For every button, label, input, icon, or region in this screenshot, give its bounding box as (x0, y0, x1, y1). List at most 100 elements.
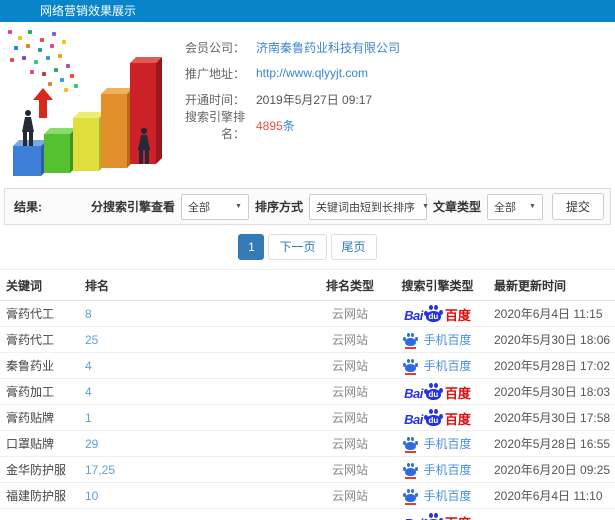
businessman-left-icon (20, 110, 36, 146)
engine-rank-unit: 条 (282, 118, 295, 133)
baidu-paw-icon: du (423, 409, 444, 426)
table-row: Bai du 百度 (0, 509, 615, 520)
rank-link[interactable]: 25 (85, 333, 305, 347)
keyword-cell: 膏药代工 (6, 333, 55, 347)
article-type-select[interactable]: 全部 ▼ (486, 193, 543, 220)
update-time-cell: 2020年5月30日 18:03 (494, 385, 611, 399)
sort-filter-select[interactable]: 关键词由短到长排序 ▼ (308, 193, 429, 220)
table-row: 秦鲁药业 4 云网站 手机百度 2020年5月28日 17:02 (0, 353, 615, 379)
keyword-ranking-table: 关键词 排名 排名类型 搜索引擎类型 最新更新时间 膏药代工 8 云网站 Bai… (0, 269, 615, 520)
search-engine-cell: Bai du 百度 (395, 409, 480, 426)
search-engine-cell: Bai du 百度 (395, 383, 480, 400)
engine-rank-value: 4895条 (256, 117, 295, 134)
businessman-right-icon (136, 128, 152, 164)
illustration-bar-orange (101, 94, 127, 168)
promotion-url-label: 推广地址： (184, 66, 245, 81)
table-row: 福建防护服 10 云网站 手机百度 2020年6月4日 11:10 (0, 483, 615, 509)
rank-type-cell: 云网站 (331, 385, 368, 399)
member-company-link[interactable]: 济南秦鲁药业科技有限公司 (256, 39, 400, 56)
account-info-section: 会员公司： 济南秦鲁药业科技有限公司 推广地址： http://www.qlyy… (0, 22, 615, 188)
header-engine-type: 搜索引擎类型 (401, 278, 474, 293)
mobile-baidu-badge: 手机百度 (403, 331, 472, 349)
update-time-cell: 2020年6月20日 09:25 (494, 463, 611, 477)
account-info-list: 会员公司： 济南秦鲁药业科技有限公司 推广地址： http://www.qlyy… (172, 22, 615, 142)
mobile-baidu-label: 手机百度 (423, 333, 472, 347)
rank-link[interactable]: 1 (85, 411, 305, 425)
rank-link[interactable]: 4 (85, 385, 305, 399)
search-engine-cell: 手机百度 (395, 435, 480, 453)
keyword-cell: 福建防护服 (6, 489, 67, 503)
engine-filter-label: 分搜索引擎查看 (90, 200, 175, 214)
chevron-down-icon: ▼ (529, 203, 536, 210)
filter-controls: 分搜索引擎查看 全部 ▼ 排序方式 关键词由短到长排序 ▼ 文章类型 全部 ▼ … (85, 193, 604, 220)
baidu-paw-icon: du (423, 383, 444, 400)
member-company-label: 会员公司： (184, 40, 245, 55)
baidu-logo-icon: Bai du 百度 (404, 409, 471, 426)
rank-type-cell: 云网站 (331, 437, 368, 451)
growth-arrow-icon (33, 88, 53, 118)
mobile-baidu-label: 手机百度 (423, 463, 472, 477)
promotion-url-link[interactable]: http://www.qlyyjt.com (256, 66, 368, 80)
submit-button[interactable]: 提交 (551, 193, 604, 220)
chevron-down-icon: ▼ (421, 203, 429, 210)
search-engine-cell: 手机百度 (395, 357, 480, 375)
mobile-baidu-badge: 手机百度 (403, 461, 472, 479)
engine-rank-row: 搜索引擎排名： 4895条 (172, 110, 615, 141)
mobile-baidu-paw-icon (403, 332, 419, 349)
rank-link[interactable]: 29 (85, 437, 305, 451)
keyword-cell: 金华防护服 (6, 463, 67, 477)
open-time-value: 2019年5月27日 09:17 (256, 92, 373, 107)
search-engine-cell: Bai du 百度 (395, 513, 480, 520)
engine-filter-select[interactable]: 全部 ▼ (180, 193, 249, 220)
mobile-baidu-paw-icon (403, 488, 419, 505)
header-update-time: 最新更新时间 (494, 278, 567, 293)
keyword-cell: 膏药代工 (6, 307, 55, 321)
table-row: 膏药代工 8 云网站 Bai du 百度 2020年6月4日 11:15 (0, 301, 615, 327)
page-1-button[interactable]: 1 (238, 234, 265, 260)
table-row: 膏药加工 4 云网站 Bai du 百度 2020年5月30日 18:03 (0, 379, 615, 405)
page: 网络营销效果展示 会员公司： 济南秦鲁药业科技有限公司 推广地址： http:/… (0, 0, 615, 520)
rank-link[interactable]: 10 (85, 489, 305, 503)
table-row: 膏药贴牌 1 云网站 Bai du 百度 2020年5月30日 17:58 (0, 405, 615, 431)
rank-type-cell: 云网站 (331, 463, 368, 477)
update-time-cell: 2020年5月28日 17:02 (494, 359, 611, 373)
keyword-cell: 膏药贴牌 (6, 411, 55, 425)
mobile-baidu-paw-icon (403, 462, 419, 479)
header-rank-type: 排名类型 (325, 278, 374, 293)
search-engine-cell: Bai du 百度 (395, 305, 480, 322)
illustration-bar-yellow (73, 118, 99, 171)
keyword-cell: 口罩贴牌 (6, 437, 55, 451)
baidu-paw-icon: du (423, 305, 444, 322)
illustration-bar-green (44, 134, 70, 173)
header-keyword: 关键词 (6, 278, 43, 293)
mobile-baidu-paw-icon (403, 358, 419, 375)
baidu-paw-icon: du (423, 513, 444, 520)
rank-type-cell: 云网站 (331, 359, 368, 373)
table-row: 口罩贴牌 29 云网站 手机百度 2020年5月28日 16:55 (0, 431, 615, 457)
illustration-bar-blue (13, 146, 41, 176)
engine-rank-label: 搜索引擎排名： (184, 110, 245, 141)
filter-toolbar: 结果: 分搜索引擎查看 全部 ▼ 排序方式 关键词由短到长排序 ▼ 文章类型 全… (4, 188, 611, 225)
baidu-logo-icon: Bai du 百度 (404, 305, 471, 322)
search-engine-cell: 手机百度 (395, 487, 480, 505)
rank-type-cell: 云网站 (331, 489, 368, 503)
member-company-row: 会员公司： 济南秦鲁药业科技有限公司 (172, 34, 615, 60)
mobile-baidu-label: 手机百度 (423, 359, 472, 373)
rank-link[interactable]: 17,25 (85, 463, 305, 477)
sort-filter-label: 排序方式 (254, 200, 303, 214)
next-page-button[interactable]: 下一页 (268, 234, 327, 260)
rank-link[interactable]: 4 (85, 359, 305, 373)
open-time-label: 开通时间： (184, 92, 245, 107)
header-rank: 排名 (85, 278, 110, 293)
engine-filter-value: 全部 (187, 201, 210, 214)
baidu-logo-icon: Bai du 百度 (404, 513, 471, 520)
update-time-cell: 2020年5月28日 16:55 (494, 437, 611, 451)
search-engine-cell: 手机百度 (395, 331, 480, 349)
mobile-baidu-badge: 手机百度 (403, 357, 472, 375)
rank-link[interactable]: 8 (85, 307, 305, 321)
page-title: 网络营销效果展示 (40, 4, 137, 18)
mobile-baidu-label: 手机百度 (423, 489, 472, 503)
last-page-button[interactable]: 尾页 (330, 234, 377, 260)
table-header-row: 关键词 排名 排名类型 搜索引擎类型 最新更新时间 (0, 270, 615, 301)
table-row: 膏药代工 25 云网站 手机百度 2020年5月30日 18:06 (0, 327, 615, 353)
